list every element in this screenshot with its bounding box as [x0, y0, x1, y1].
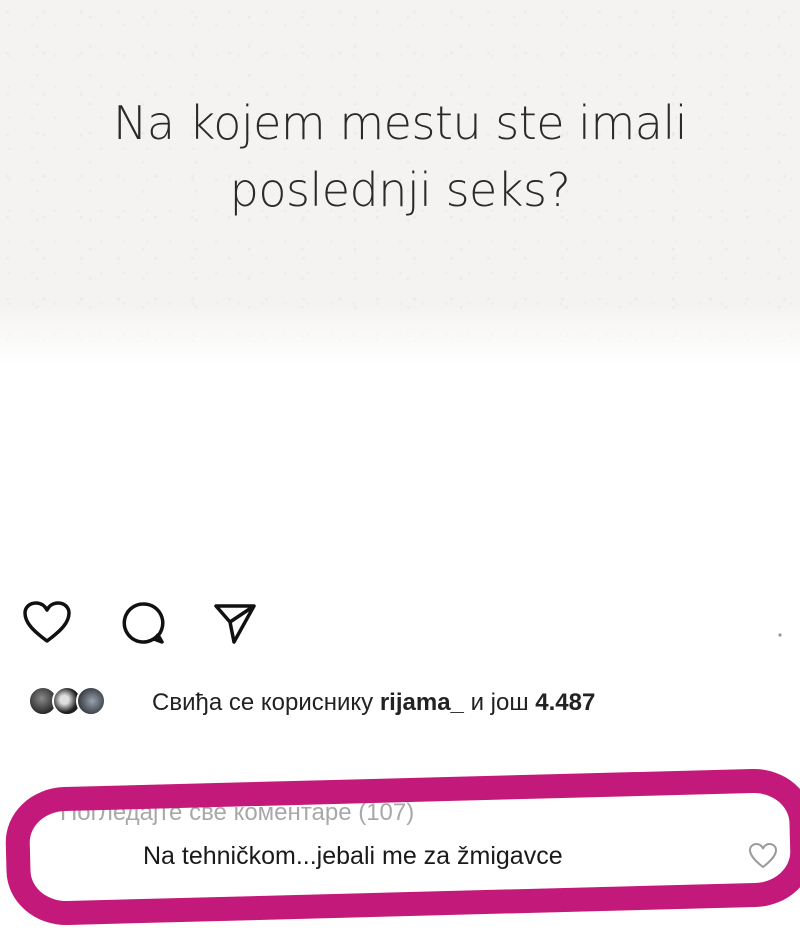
comment-bubble-icon[interactable]: [120, 600, 166, 651]
post-quote: Na kojem mestu ste imali poslednji seks?: [0, 90, 800, 223]
quote-line-1: Na kojem mestu ste imali: [112, 96, 688, 150]
post-image: Na kojem mestu ste imali poslednji seks?: [0, 0, 800, 365]
image-fade: [0, 305, 800, 365]
send-paper-plane-icon[interactable]: [212, 600, 258, 651]
likes-text: Свиђа се кориснику rijama_ и још 4.487: [152, 689, 595, 717]
top-comment: Na tehničkom...jebali me za žmigavce: [143, 842, 563, 870]
comment-like-heart-icon[interactable]: [748, 842, 778, 875]
likes-summary[interactable]: Свиђа се кориснику rijama_ и још 4.487: [28, 684, 788, 724]
likes-prefix: Свиђа се кориснику: [152, 689, 374, 716]
likes-count[interactable]: 4.487: [535, 689, 595, 716]
likes-connector: и још: [470, 689, 529, 716]
avatar: [76, 686, 106, 716]
more-dots-icon[interactable]: [778, 628, 782, 640]
heart-outline-icon[interactable]: [22, 600, 72, 651]
post-actions-bar: [22, 600, 782, 660]
liker-username[interactable]: rijama_: [380, 689, 464, 716]
quote-line-2: poslednji seks?: [229, 162, 571, 217]
